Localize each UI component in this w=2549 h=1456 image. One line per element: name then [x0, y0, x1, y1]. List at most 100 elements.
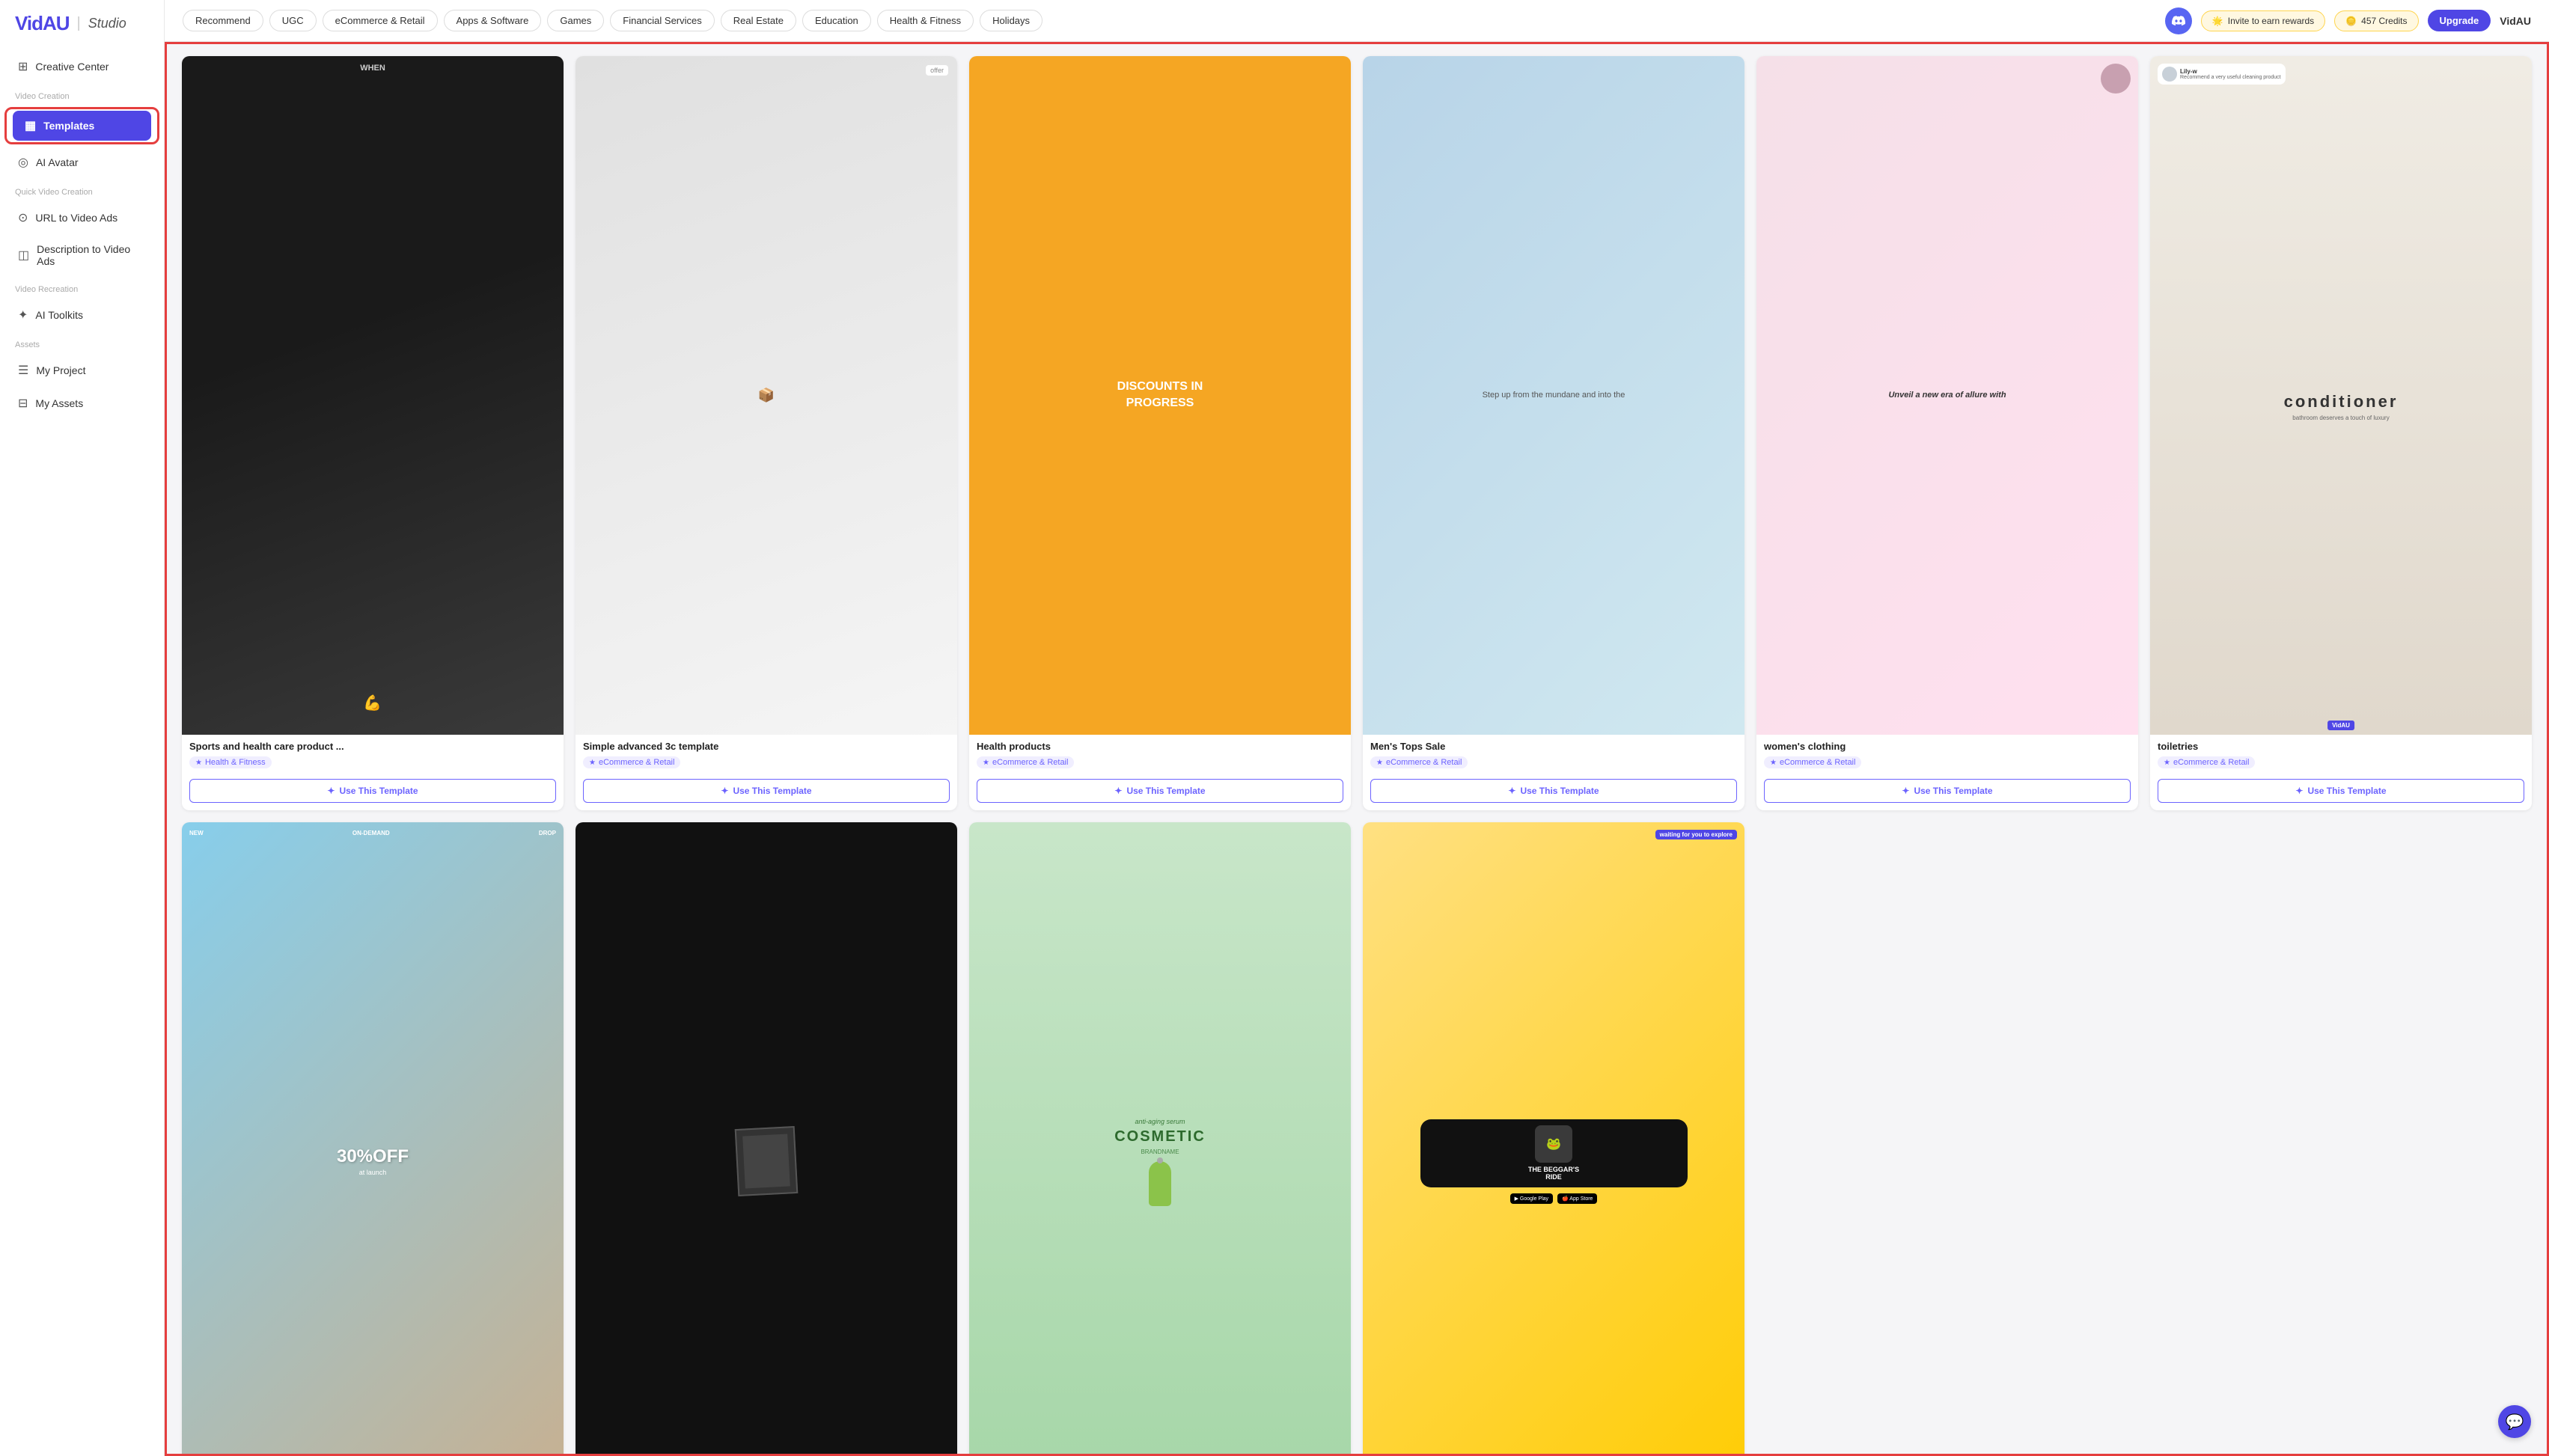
sidebar-item-my-project[interactable]: ☰ My Project	[6, 355, 158, 385]
use-template-btn-health[interactable]: ✦ Use This Template	[977, 779, 1343, 803]
card-title-health: Health products	[977, 741, 1343, 752]
tag-label-toiletries: eCommerce & Retail	[2173, 758, 2249, 767]
logo-divider: |	[77, 15, 81, 32]
card-title-simple: Simple advanced 3c template	[583, 741, 950, 752]
thumbnail-mens: Step up from the mundane and into the	[1363, 56, 1744, 735]
grid-icon: ⊞	[18, 59, 28, 74]
card-tag-toiletries: ★ eCommerce & Retail	[2158, 756, 2255, 768]
upgrade-button[interactable]: Upgrade	[2428, 10, 2491, 31]
sidebar-label-url-video: URL to Video Ads	[35, 212, 117, 224]
sidebar-section-assets: Assets	[0, 331, 164, 354]
use-template-btn-simple[interactable]: ✦ Use This Template	[583, 779, 950, 803]
sidebar-section-recreation: Video Recreation	[0, 276, 164, 299]
template-card-colorful: NEWON-DEMANDDROP 30%OFF at launch Colorf…	[182, 822, 564, 1456]
tag-label-health: eCommerce & Retail	[992, 758, 1068, 767]
template-card-womens: Unveil a new era of allure with women's …	[1756, 56, 2138, 810]
card-info-mens: Men's Tops Sale ★ eCommerce & Retail	[1363, 735, 1744, 780]
card-tag-simple: ★ eCommerce & Retail	[583, 756, 680, 768]
templates-icon: ▦	[25, 118, 36, 133]
template-card-simple: offer 📦 Simple advanced 3c template ★ eC…	[576, 56, 957, 810]
star-icon: ★	[2164, 759, 2170, 767]
sidebar-item-ai-avatar[interactable]: ◎ AI Avatar	[6, 147, 158, 177]
invite-label: Invite to earn rewards	[2228, 16, 2314, 26]
card-tag-sports: ★ Health & Fitness	[189, 756, 272, 768]
card-info-womens: women's clothing ★ eCommerce & Retail	[1756, 735, 2138, 780]
logo-vidau: VidAU	[15, 12, 70, 35]
topbar-filters: Recommend UGC eCommerce & Retail Apps & …	[183, 10, 1043, 31]
card-info-sports: Sports and health care product ... ★ Hea…	[182, 735, 564, 780]
filter-education[interactable]: Education	[802, 10, 871, 31]
thumbnail-health: DISCOUNTS INPROGRESS	[969, 56, 1351, 735]
user-label[interactable]: VidAU	[2500, 15, 2531, 27]
card-title-toiletries: toiletries	[2158, 741, 2524, 752]
link-icon: ⊙	[18, 210, 28, 225]
template-card-green: anti-aging serum COSMETIC BRANDNAME Hey …	[969, 822, 1351, 1456]
sidebar-item-ai-toolkits[interactable]: ✦ AI Toolkits	[6, 300, 158, 330]
filter-health[interactable]: Health & Fitness	[877, 10, 974, 31]
filter-ecommerce[interactable]: eCommerce & Retail	[323, 10, 438, 31]
tag-label-womens: eCommerce & Retail	[1780, 758, 1855, 767]
use-template-label-toiletries: Use This Template	[2307, 786, 2386, 796]
use-template-btn-toiletries[interactable]: ✦ Use This Template	[2158, 779, 2524, 803]
sidebar-item-creative-center[interactable]: ⊞ Creative Center	[6, 52, 158, 82]
template-grid: WHEN 💪 Sports and health care product ..…	[182, 56, 2532, 1456]
thumbnail-sports-health: WHEN 💪	[182, 56, 564, 735]
sidebar-item-desc-video[interactable]: ◫ Description to Video Ads	[6, 236, 158, 275]
template-card-blackpolaroid: Hello! H SHOP NOW →→→ black polaroid ★ e…	[576, 822, 957, 1456]
thumbnail-green: anti-aging serum COSMETIC BRANDNAME Hey …	[969, 822, 1351, 1456]
sidebar-section-quick-video: Quick Video Creation	[0, 179, 164, 201]
card-title-womens: women's clothing	[1764, 741, 2131, 752]
thumbnail-toiletries: Lily-wRecommend a very useful cleaning p…	[2150, 56, 2532, 735]
thumbnail-colorful: NEWON-DEMANDDROP 30%OFF at launch	[182, 822, 564, 1456]
topbar-actions: 🌟 Invite to earn rewards 🪙 457 Credits U…	[2165, 7, 2531, 34]
star-icon: ★	[1770, 759, 1777, 767]
use-template-btn-womens[interactable]: ✦ Use This Template	[1764, 779, 2131, 803]
card-info-health: Health products ★ eCommerce & Retail	[969, 735, 1351, 780]
logo-area: VidAU | Studio	[0, 12, 164, 50]
sidebar-item-templates[interactable]: ▦ Templates	[13, 111, 151, 141]
use-template-icon: ✦	[1508, 786, 1515, 796]
filter-ugc[interactable]: UGC	[269, 10, 317, 31]
filter-apps[interactable]: Apps & Software	[444, 10, 542, 31]
invite-icon: 🌟	[2212, 16, 2223, 26]
use-template-btn-mens[interactable]: ✦ Use This Template	[1370, 779, 1737, 803]
use-template-label-mens: Use This Template	[1520, 786, 1599, 796]
use-template-label-sports: Use This Template	[339, 786, 418, 796]
assets-icon: ⊟	[18, 396, 28, 411]
star-icon: ★	[1376, 759, 1383, 767]
tag-label-sports: Health & Fitness	[205, 758, 266, 767]
use-template-btn-sports[interactable]: ✦ Use This Template	[189, 779, 556, 803]
sidebar-item-my-assets[interactable]: ⊟ My Assets	[6, 388, 158, 418]
chat-icon: 💬	[2506, 1413, 2524, 1431]
template-card-sports-health: WHEN 💪 Sports and health care product ..…	[182, 56, 564, 810]
template-card-game: 🐸 THE BEGGAR'SRIDE ▶ Google Play 🍎 App S…	[1363, 822, 1744, 1456]
card-tag-mens: ★ eCommerce & Retail	[1370, 756, 1468, 768]
sidebar-item-url-video[interactable]: ⊙ URL to Video Ads	[6, 203, 158, 233]
sidebar-label-creative-center: Creative Center	[35, 61, 109, 73]
use-template-icon: ✦	[1114, 786, 1122, 796]
template-card-toiletries: Lily-wRecommend a very useful cleaning p…	[2150, 56, 2532, 810]
template-grid-area: WHEN 💪 Sports and health care product ..…	[165, 42, 2549, 1456]
use-template-label-health: Use This Template	[1126, 786, 1205, 796]
chat-support-button[interactable]: 💬	[2498, 1405, 2531, 1438]
invite-rewards-button[interactable]: 🌟 Invite to earn rewards	[2201, 10, 2325, 31]
filter-recommend[interactable]: Recommend	[183, 10, 263, 31]
filter-financial[interactable]: Financial Services	[610, 10, 715, 31]
star-icon: ★	[983, 759, 989, 767]
filter-holidays[interactable]: Holidays	[980, 10, 1043, 31]
discord-button[interactable]	[2165, 7, 2192, 34]
toolkit-icon: ✦	[18, 308, 28, 322]
card-title-sports: Sports and health care product ...	[189, 741, 556, 752]
use-template-icon: ✦	[1902, 786, 1909, 796]
filter-games[interactable]: Games	[547, 10, 604, 31]
card-title-mens: Men's Tops Sale	[1370, 741, 1737, 752]
template-card-health: DISCOUNTS INPROGRESS Health products ★ e…	[969, 56, 1351, 810]
app-container: VidAU | Studio ⊞ Creative Center Video C…	[0, 0, 2549, 1456]
sidebar-label-ai-avatar: AI Avatar	[36, 156, 79, 168]
filter-realestate[interactable]: Real Estate	[721, 10, 796, 31]
star-icon: ★	[195, 759, 202, 767]
credits-icon: 🪙	[2345, 16, 2357, 26]
sidebar-label-my-project: My Project	[36, 364, 85, 376]
credits-button[interactable]: 🪙 457 Credits	[2334, 10, 2418, 31]
tag-label-mens: eCommerce & Retail	[1386, 758, 1462, 767]
